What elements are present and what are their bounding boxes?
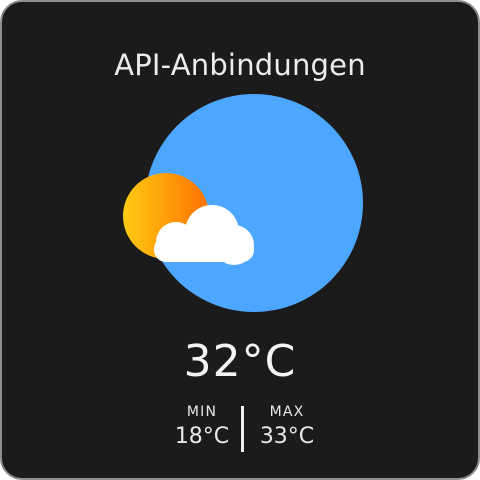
max-label: MAX (269, 404, 305, 420)
min-max-panel: MIN 18°C MAX 33°C (2, 404, 478, 454)
max-temperature: MAX 33°C (237, 404, 337, 452)
max-value: 33°C (259, 424, 315, 449)
current-temperature: 32°C (183, 336, 297, 387)
weather-widget: API-Anbindungen 32°C MIN 18°C MAX 33°C (0, 0, 480, 480)
